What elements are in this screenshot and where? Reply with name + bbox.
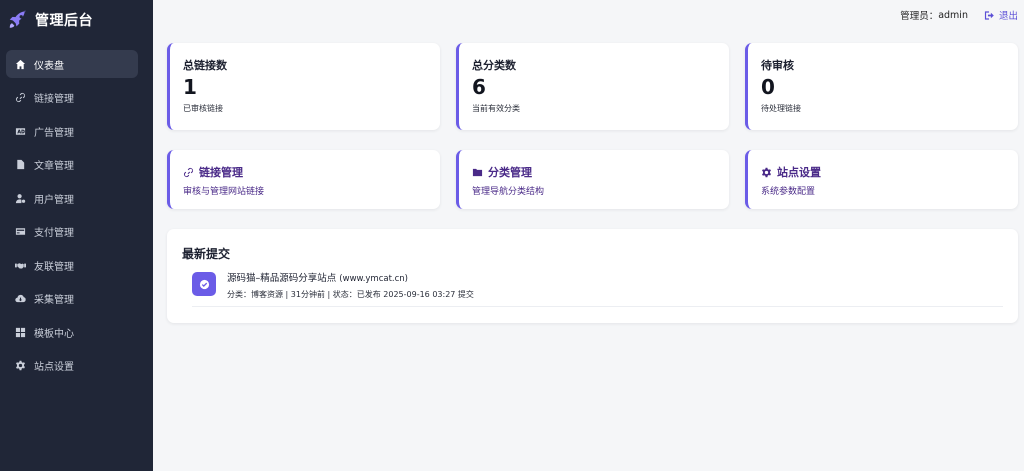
link-icon [14,92,26,104]
sidebar-item-label: 采集管理 [34,295,74,306]
sidebar-item-label: 模板中心 [34,328,74,340]
list-item[interactable]: 源码猫–精品源码分享站点 (www.ymcat.cn) 分类：博客资源 | 31… [192,270,474,300]
check-circle-icon [192,272,216,296]
sidebar-item-label: 文章管理 [34,161,74,172]
sidebar-item-dashboard[interactable]: 仪表盘 [6,50,138,78]
quick-link-title: 链接管理 [199,166,243,179]
sidebar-item-label: 链接管理 [34,94,74,105]
entry-url: (www.ymcat.cn) [339,274,408,284]
sidebar-item-templates[interactable]: 模板中心 [6,318,138,346]
sidebar-item-articles[interactable]: 文章管理 [6,151,138,179]
entry-name: 源码猫–精品源码分享站点 [227,273,337,284]
topbar: 管理员： admin 退出 [900,8,1018,23]
stat-subtitle: 已审核链接 [183,104,223,113]
brand-title: 管理后台 [35,13,93,29]
stat-value: 0 [761,75,775,99]
link-icon [184,167,193,177]
sidebar-nav: 仪表盘 链接管理 广告管理 文章管理 用户管理 支付管理 友联管理 采集管理 模… [6,50,138,385]
stat-card-pending-review: 待审核 0 待处理链接 [745,43,1018,130]
sidebar-item-collect[interactable]: 采集管理 [6,285,138,313]
quick-link-desc: 审核与管理网站链接 [183,187,265,197]
logout-label: 退出 [998,11,1018,22]
sidebar-item-label: 用户管理 [34,194,74,206]
stat-subtitle: 待处理链接 [761,104,801,113]
cloud-download-icon [14,293,26,305]
entry-title[interactable]: 源码猫–精品源码分享站点 (www.ymcat.cn) [227,270,474,284]
stat-card-total-links: 总链接数 1 已审核链接 [167,43,440,130]
stat-title: 总分类数 [472,59,516,72]
stat-card-total-categories: 总分类数 6 当前有效分类 [456,43,729,130]
recent-submissions-title: 最新提交 [182,247,231,261]
logout-button[interactable]: 退出 [984,8,1018,22]
quick-link-desc: 系统参数配置 [761,187,816,197]
sidebar-item-friend-links[interactable]: 友联管理 [6,251,138,279]
sidebar-item-site-settings[interactable]: 站点设置 [6,352,138,380]
admin-label: 管理员： [900,11,939,22]
home-icon [14,58,26,70]
sign-out-icon [984,10,994,20]
quick-link-link-management[interactable]: 链接管理 审核与管理网站链接 [167,150,440,209]
gear-icon [14,360,26,372]
stat-value: 6 [472,75,486,99]
sidebar-item-ads[interactable]: 广告管理 [6,117,138,145]
brand[interactable]: 管理后台 [0,0,153,40]
stat-title: 总链接数 [183,59,227,72]
sidebar-item-label: 仪表盘 [34,60,64,72]
rocket-icon [9,10,26,28]
recent-submissions-panel: 最新提交 源码猫–精品源码分享站点 (www.ymcat.cn) 分类：博客资源… [167,229,1018,323]
stat-title: 待审核 [761,59,794,72]
quick-link-desc: 管理导航分类结构 [472,187,545,197]
divider [192,306,1003,307]
gear-icon [762,167,771,177]
sidebar-item-links[interactable]: 链接管理 [6,84,138,112]
folder-icon [472,168,483,176]
sidebar-item-label: 站点设置 [34,362,74,373]
stat-value: 1 [183,75,197,99]
quick-link-title: 分类管理 [488,166,532,179]
handshake-icon [14,259,26,271]
sidebar-item-label: 广告管理 [34,127,74,139]
sidebar: 管理后台 仪表盘 链接管理 广告管理 文章管理 用户管理 支付管理 友联管理 采… [0,0,153,471]
entry-meta: 分类：博客资源 | 31分钟前 | 状态：已发布 2025-09-16 03:2… [227,290,474,299]
sidebar-item-users[interactable]: 用户管理 [6,184,138,212]
admin-name: admin [938,9,968,21]
quick-link-category-management[interactable]: 分类管理 管理导航分类结构 [456,150,729,209]
grid-icon [14,326,26,338]
user-gear-icon [14,192,26,204]
file-icon [14,159,26,171]
ad-icon [14,125,26,137]
stat-subtitle: 当前有效分类 [472,104,520,113]
quick-link-title: 站点设置 [777,166,821,179]
sidebar-item-payments[interactable]: 支付管理 [6,218,138,246]
sidebar-item-label: 友联管理 [34,261,74,273]
credit-card-icon [14,226,26,238]
sidebar-item-label: 支付管理 [34,228,74,239]
quick-link-site-settings[interactable]: 站点设置 系统参数配置 [745,150,1018,209]
